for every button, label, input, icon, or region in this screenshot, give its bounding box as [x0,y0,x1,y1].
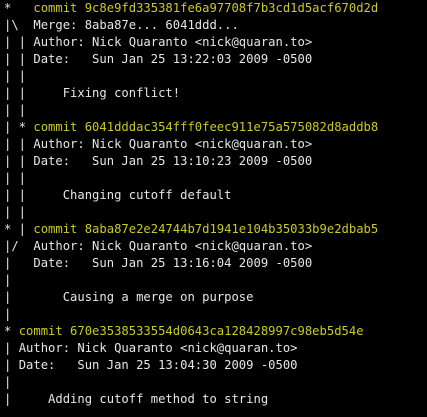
log-text: Date: Sun Jan 25 13:10:23 2009 -0500 [33,154,313,168]
log-line: | | Author: Nick Quaranto <nick@quaran.t… [4,136,427,153]
commit-hash: commit 670e3538533554d0643ca128428997c98… [18,324,364,338]
graph-segment: | [4,358,19,372]
log-line: | | [4,68,427,85]
terminal-window: * commit 9c8e9fd335381fe6a97708f7b3cd1d5… [0,0,427,417]
log-text: Author: Nick Quaranto <nick@quaran.to> [33,239,313,253]
graph-segment: | [4,341,19,355]
graph-segment: * | [4,222,34,236]
log-line: | Adding cutoff method to string [4,391,427,408]
graph-segment: | | [4,69,34,83]
log-line: | | Changing cutoff default [4,187,427,204]
log-text: Fixing conflict! [33,86,181,100]
graph-segment: | | [4,188,34,202]
log-text: Adding cutoff method to string [18,392,269,406]
log-text: Merge: 8aba87e... 6041ddd... [33,18,239,32]
log-line: | | Date: Sun Jan 25 13:10:23 2009 -0500 [4,153,427,170]
log-text: Date: Sun Jan 25 13:22:03 2009 -0500 [33,52,313,66]
log-text: Changing cutoff default [33,188,232,202]
graph-segment: | | [4,86,34,100]
log-line: |/ Author: Nick Quaranto <nick@quaran.to… [4,238,427,255]
log-line: | | [4,204,427,221]
log-line: | [4,374,427,391]
log-line: | Date: Sun Jan 25 13:04:30 2009 -0500 [4,357,427,374]
log-text: Author: Nick Quaranto <nick@quaran.to> [33,137,313,151]
graph-segment: | | [4,103,34,117]
commit-hash: commit 9c8e9fd335381fe6a97708f7b3cd1d5ac… [33,1,379,15]
graph-segment: | | [4,52,34,66]
log-line: | Causing a merge on purpose [4,289,427,306]
log-line: * | commit 8aba87e2e24744b7d1941e104b350… [4,221,427,238]
log-line: | | [4,102,427,119]
graph-segment: | [4,256,34,270]
graph-segment: | [4,392,19,406]
graph-segment: | | [4,154,34,168]
graph-segment: * [4,1,34,15]
graph-segment: * [4,324,19,338]
log-line: | | Author: Nick Quaranto <nick@quaran.t… [4,34,427,51]
graph-segment: | | [4,171,34,185]
commit-hash: commit 6041dddac354fff0feec911e75a575082… [33,120,379,134]
graph-segment: | | [4,35,34,49]
log-line: | Author: Nick Quaranto <nick@quaran.to> [4,340,427,357]
log-line: | | Fixing conflict! [4,85,427,102]
graph-segment: | [4,290,34,304]
graph-segment: |/ [4,239,34,253]
graph-segment: | [4,273,34,287]
graph-segment: | * [4,120,34,134]
log-line: | [4,306,427,323]
log-line: | [4,272,427,289]
graph-segment: | [4,375,19,389]
log-text: Date: Sun Jan 25 13:04:30 2009 -0500 [18,358,298,372]
graph-segment: | | [4,205,34,219]
graph-segment: | [4,307,34,321]
log-line: |\ Merge: 8aba87e... 6041ddd... [4,17,427,34]
log-line: * commit 670e3538533554d0643ca128428997c… [4,323,427,340]
log-line: | | [4,170,427,187]
log-line: | Date: Sun Jan 25 13:16:04 2009 -0500 [4,255,427,272]
log-line: * commit 9c8e9fd335381fe6a97708f7b3cd1d5… [4,0,427,17]
graph-segment: | | [4,137,34,151]
log-line: | * commit 6041dddac354fff0feec911e75a57… [4,119,427,136]
graph-segment: |\ [4,18,34,32]
log-text: Causing a merge on purpose [33,290,254,304]
log-text: Author: Nick Quaranto <nick@quaran.to> [18,341,298,355]
log-text: Author: Nick Quaranto <nick@quaran.to> [33,35,313,49]
log-line: | | Date: Sun Jan 25 13:22:03 2009 -0500 [4,51,427,68]
log-text: Date: Sun Jan 25 13:16:04 2009 -0500 [33,256,313,270]
commit-hash: commit 8aba87e2e24744b7d1941e104b35033b9… [33,222,379,236]
